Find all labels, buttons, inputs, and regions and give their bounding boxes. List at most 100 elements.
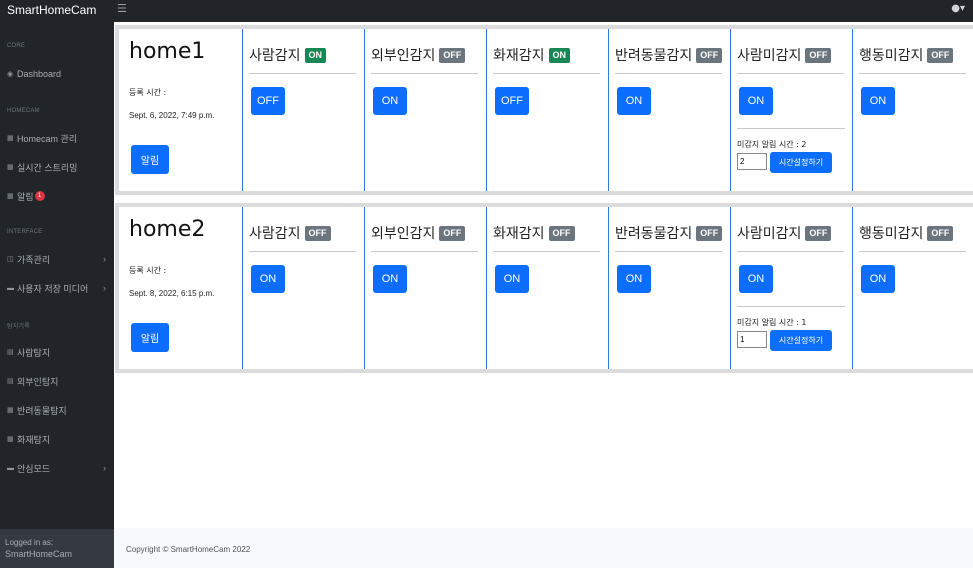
top-navbar: SmartHomeCam ☰ ●▾	[0, 0, 973, 22]
status-badge: OFF	[696, 47, 723, 63]
table-icon: ▦	[7, 164, 14, 171]
feature-name: 화재감지	[493, 226, 545, 242]
divider	[371, 251, 478, 252]
divider	[737, 128, 845, 129]
divider	[249, 251, 356, 252]
registration-date: Sept. 8, 2022, 6:15 p.m.	[129, 289, 215, 298]
feature-person-detect: 사람감지 OFF ON	[243, 207, 365, 369]
sidebar-heading-homecam: HOMECAM	[7, 108, 40, 114]
status-badge: OFF	[927, 225, 954, 241]
alarm-button[interactable]: 알림	[131, 145, 169, 174]
sidebar-heading-interface: INTERFACE	[7, 229, 43, 235]
feature-person-missing: 사람미감지OFF ON 미감지 알림 시간 : 1 시간설정하기	[731, 207, 853, 369]
missing-time-input[interactable]	[737, 331, 767, 348]
toggle-button[interactable]: OFF	[251, 87, 285, 115]
sidebar-item-stranger-detect[interactable]: ▤ 외부인탐지	[7, 373, 112, 389]
sidebar-item-pet-detect[interactable]: ▦ 반려동물탐지	[7, 402, 112, 418]
chevron-right-icon: ›	[103, 283, 106, 293]
toggle-button[interactable]: ON	[617, 87, 651, 115]
sidebar-item-fire-detect[interactable]: ▦ 화재탐지	[7, 431, 112, 447]
status-badge: OFF	[927, 47, 954, 63]
sidebar-item-person-detect[interactable]: ▤ 사람탐지	[7, 344, 112, 360]
hamburger-icon[interactable]: ☰	[117, 2, 127, 15]
toggle-button[interactable]: ON	[373, 265, 407, 293]
sidebar-item-label: 사람탐지	[17, 347, 51, 358]
toggle-button[interactable]: ON	[739, 87, 773, 115]
user-icon[interactable]: ●▾	[951, 3, 965, 14]
home-name: home2	[129, 217, 206, 242]
feature-fire-detect: 화재감지 ON OFF	[487, 29, 609, 191]
alarm-button[interactable]: 알림	[131, 323, 169, 352]
toggle-button[interactable]: ON	[251, 265, 285, 293]
status-badge: OFF	[439, 47, 466, 63]
table-icon: ▦	[7, 407, 14, 414]
feature-activity-missing: 행동미감지 OFF ON	[853, 207, 973, 369]
status-badge: ON	[548, 47, 571, 63]
registration-label: 등록 시간 :	[129, 266, 167, 275]
missing-alarm-time-label: 미감지 알림 시간 : 2	[737, 140, 807, 149]
sidebar-item-safe-mode[interactable]: ▬ 안심모드 ›	[7, 460, 112, 476]
gauge-icon: ◉	[7, 71, 14, 78]
sidebar-item-homecam-manage[interactable]: ▦ Homecam 관리	[7, 130, 112, 146]
status-badge: OFF	[805, 225, 832, 241]
set-time-button[interactable]: 시간설정하기	[770, 152, 832, 173]
feature-name: 사람감지	[249, 48, 301, 64]
toggle-button[interactable]: ON	[373, 87, 407, 115]
sidebar-item-label: Dashboard	[17, 69, 62, 79]
status-badge: OFF	[439, 225, 466, 241]
sidebar-item-media[interactable]: ▬ 사용자 저장 미디어 ›	[7, 280, 112, 296]
toggle-button[interactable]: ON	[861, 265, 895, 293]
feature-person-missing: 사람미감지OFF ON 미감지 알림 시간 : 2 시간설정하기	[731, 29, 853, 191]
status-badge: OFF	[696, 225, 723, 241]
sidebar-item-alarm[interactable]: ▦ 알림 1	[7, 188, 112, 204]
toggle-button[interactable]: ON	[617, 265, 651, 293]
brand-title[interactable]: SmartHomeCam	[7, 3, 96, 17]
chart-icon: ▤	[7, 349, 14, 356]
divider	[737, 251, 844, 252]
sidebar-item-dashboard[interactable]: ◉ Dashboard	[7, 66, 112, 82]
divider	[493, 251, 600, 252]
table-icon: ▦	[7, 436, 14, 443]
feature-fire-detect: 화재감지 OFF ON	[487, 207, 609, 369]
sidebar-item-label: 외부인탐지	[17, 376, 59, 387]
divider	[615, 73, 722, 74]
registration-date: Sept. 6, 2022, 7:49 p.m.	[129, 111, 215, 120]
divider	[493, 73, 600, 74]
chart-icon: ▤	[7, 378, 14, 385]
sidebar-item-label: 실시간 스트리밍	[17, 162, 78, 173]
sidebar-item-label: Homecam 관리	[17, 133, 78, 144]
page-footer: Copyright © SmartHomeCam 2022	[114, 528, 973, 568]
missing-alarm-time-label: 미감지 알림 시간 : 1	[737, 318, 807, 327]
toggle-button[interactable]: ON	[495, 265, 529, 293]
sidebar-heading-detection: 탐지기록	[7, 324, 30, 330]
home-info: home2 등록 시간 : Sept. 8, 2022, 6:15 p.m. 알…	[119, 207, 243, 369]
missing-time-input[interactable]	[737, 153, 767, 170]
feature-pet-detect: 반려동물감지 OFF ON	[609, 207, 731, 369]
feature-name: 행동미감지	[859, 48, 924, 64]
divider	[859, 251, 966, 252]
copyright-text: Copyright © SmartHomeCam 2022	[126, 545, 251, 554]
sidebar-item-label: 안심모드	[17, 463, 51, 474]
divider	[737, 73, 844, 74]
logged-in-label: Logged in as:	[5, 538, 54, 547]
toggle-button[interactable]: ON	[739, 265, 773, 293]
feature-name: 반려동물감지	[615, 48, 693, 64]
sidebar-heading-core: CORE	[7, 43, 26, 49]
divider	[249, 73, 356, 74]
columns-icon: ◫	[7, 256, 14, 263]
set-time-button[interactable]: 시간설정하기	[770, 330, 832, 351]
home-card: home2 등록 시간 : Sept. 8, 2022, 6:15 p.m. 알…	[115, 203, 973, 373]
sidebar-item-streaming[interactable]: ▦ 실시간 스트리밍	[7, 159, 112, 175]
logged-in-user: SmartHomeCam	[5, 549, 73, 559]
toggle-button[interactable]: ON	[861, 87, 895, 115]
feature-stranger-detect: 외부인감지 OFF ON	[365, 29, 487, 191]
feature-name: 사람미감지	[737, 226, 802, 242]
home-card: home1 등록 시간 : Sept. 6, 2022, 7:49 p.m. 알…	[115, 25, 973, 195]
status-badge: OFF	[548, 225, 575, 241]
chevron-right-icon: ›	[103, 463, 106, 473]
sidebar-item-family[interactable]: ◫ 가족관리 ›	[7, 251, 112, 267]
home-name: home1	[129, 39, 206, 64]
toggle-button[interactable]: OFF	[495, 87, 529, 115]
divider	[371, 73, 478, 74]
feature-person-detect: 사람감지 ON OFF	[243, 29, 365, 191]
